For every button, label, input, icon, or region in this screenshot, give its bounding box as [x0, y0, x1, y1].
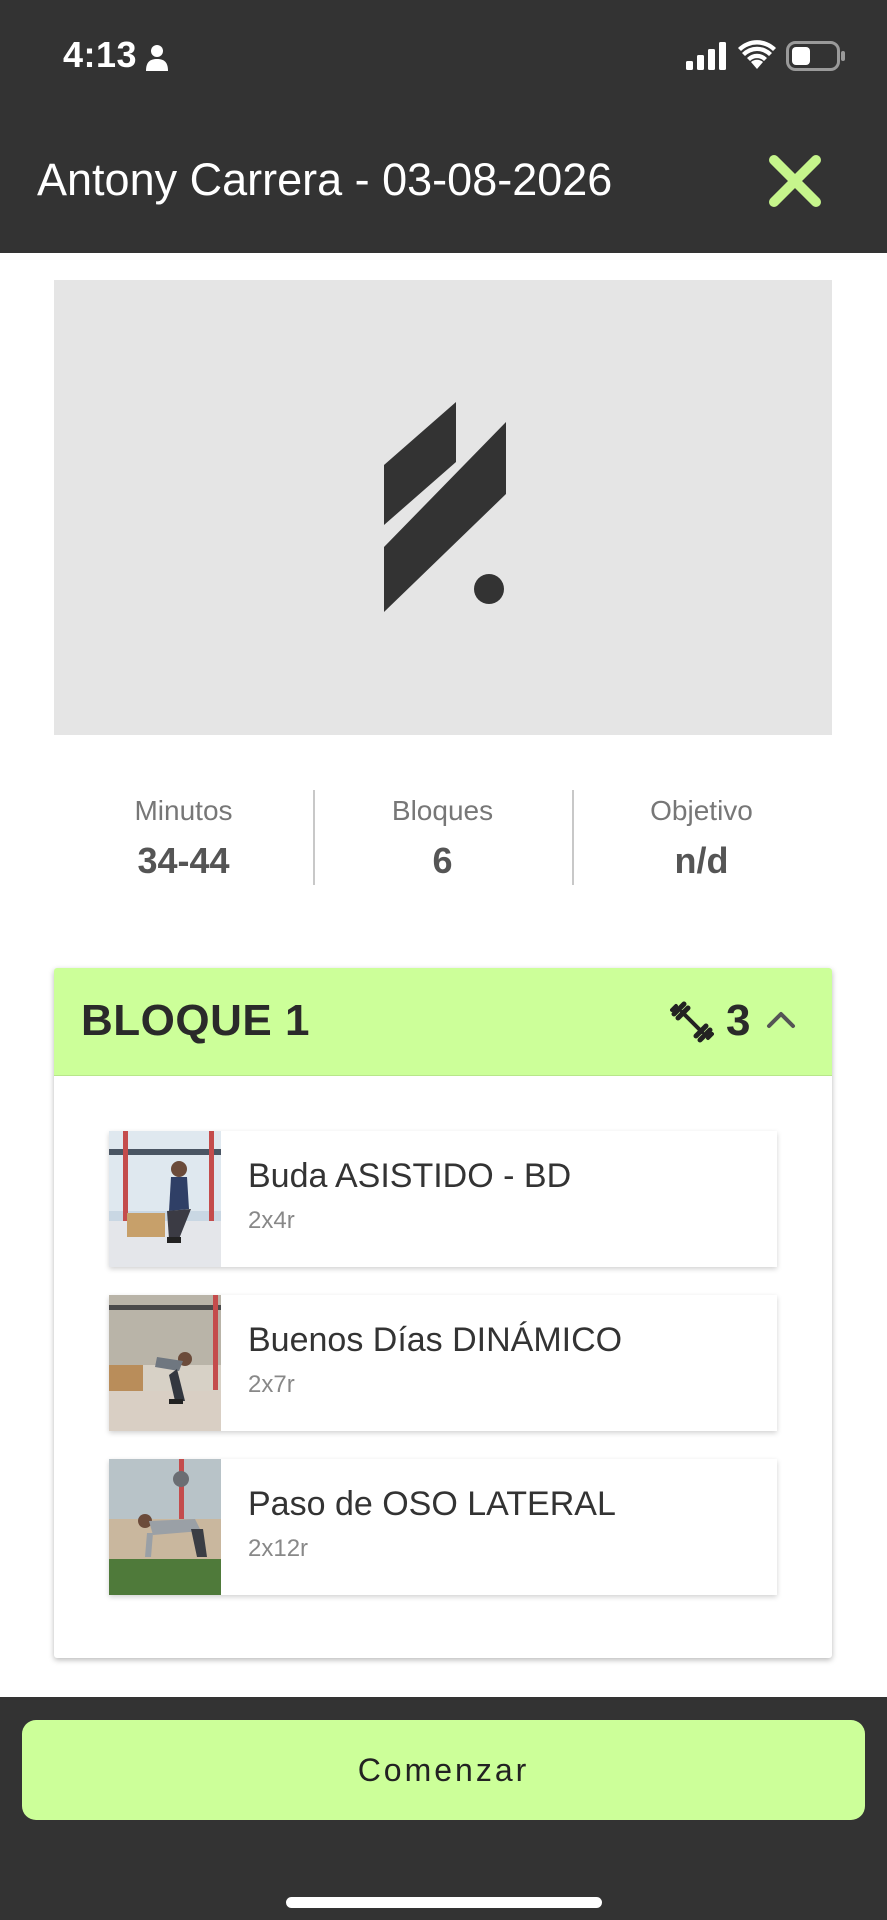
exercise-detail: 2x4r	[248, 1207, 295, 1234]
stat-blocks: Bloques 6	[313, 780, 572, 890]
exercise-thumbnail	[109, 1131, 221, 1267]
brand-logo-icon	[384, 402, 506, 612]
stat-value: 34-44	[137, 840, 230, 881]
cellular-signal-icon	[686, 42, 726, 70]
footer-bar: Comenzar	[0, 1697, 887, 1920]
workout-stats: Minutos 34-44 Bloques 6 Objetivo n/d	[54, 780, 832, 890]
exercise-detail: 2x12r	[248, 1535, 309, 1562]
exercise-item[interactable]: Paso de OSO LATERAL 2x12r	[109, 1459, 777, 1595]
wifi-icon	[738, 40, 776, 69]
stat-value: 6	[432, 840, 453, 881]
exercise-name: Buda ASISTIDO - BD	[248, 1157, 572, 1195]
status-bar: 4:13	[0, 0, 887, 110]
stat-minutes: Minutos 34-44	[54, 780, 313, 890]
screen: 4:13 Antony Carrera - 03-08-2026 Minutos…	[0, 0, 887, 1920]
exercise-name: Paso de OSO LATERAL	[248, 1485, 616, 1523]
stat-label: Minutos	[134, 795, 233, 826]
chevron-up-icon	[767, 1012, 795, 1028]
block-header-toggle[interactable]: BLOQUE 1 3	[54, 968, 832, 1076]
exercise-item[interactable]: Buda ASISTIDO - BD 2x4r	[109, 1131, 777, 1267]
block-title: BLOQUE 1	[81, 996, 310, 1045]
start-button[interactable]: Comenzar	[22, 1720, 865, 1820]
status-time: 4:13	[63, 34, 138, 75]
workout-cover-image	[54, 280, 832, 735]
home-indicator[interactable]	[286, 1897, 602, 1908]
person-icon	[146, 45, 168, 71]
exercise-detail: 2x7r	[248, 1371, 295, 1398]
close-icon[interactable]	[766, 152, 824, 210]
exercise-thumbnail	[109, 1459, 221, 1595]
exercise-name: Buenos Días DINÁMICO	[248, 1321, 623, 1359]
dumbbell-icon	[670, 1001, 714, 1043]
stat-value: n/d	[674, 840, 729, 881]
block-exercise-count: 3	[726, 996, 751, 1045]
app-header: Antony Carrera - 03-08-2026	[0, 110, 887, 253]
battery-icon	[786, 41, 845, 71]
stat-objective: Objetivo n/d	[572, 780, 831, 890]
page-title: Antony Carrera - 03-08-2026	[37, 154, 613, 205]
stat-label: Objetivo	[650, 795, 753, 826]
exercise-thumbnail	[109, 1295, 221, 1431]
stat-label: Bloques	[391, 795, 494, 826]
exercise-item[interactable]: Buenos Días DINÁMICO 2x7r	[109, 1295, 777, 1431]
block-card: BLOQUE 1 3 Buda ASISTIDO - BD 2x4r Bueno…	[54, 968, 832, 1658]
